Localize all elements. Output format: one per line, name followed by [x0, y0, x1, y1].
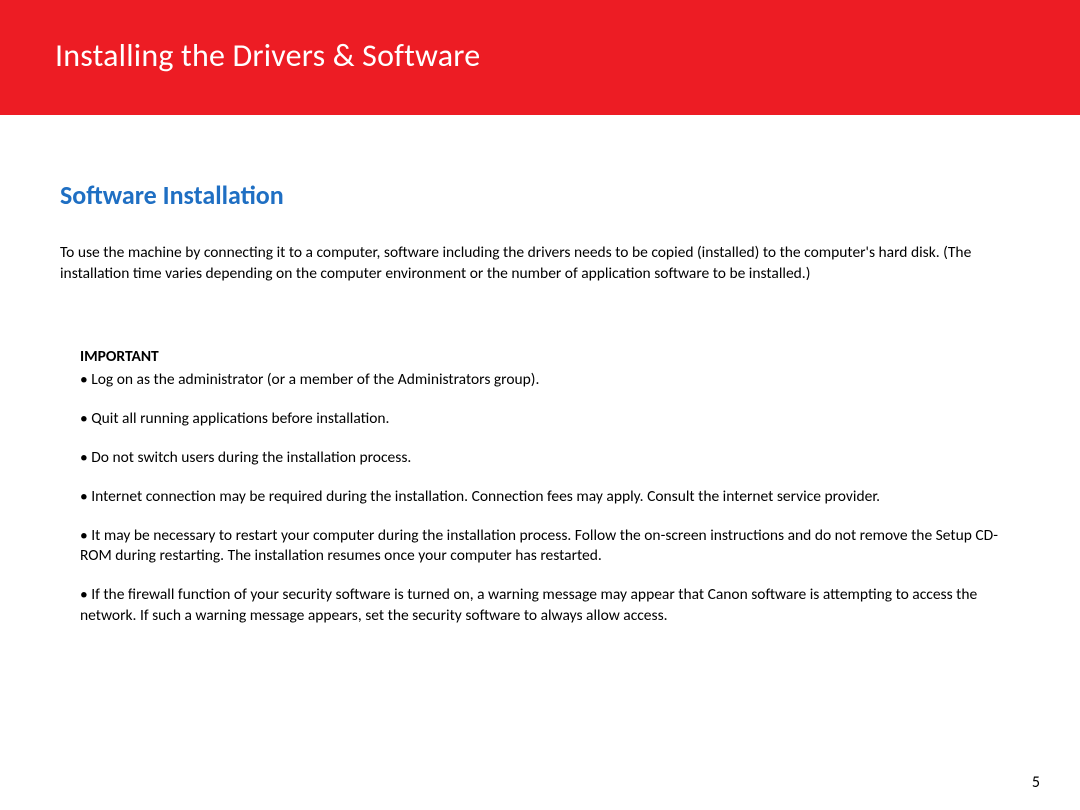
bullet-item: • Do not switch users during the install… — [60, 448, 1020, 469]
header-bar: Installing the Drivers & Software — [0, 0, 1080, 115]
bullet-item: • Log on as the administrator (or a memb… — [60, 370, 1020, 391]
page-number: 5 — [1032, 773, 1040, 792]
intro-paragraph: To use the machine by connecting it to a… — [60, 243, 1020, 285]
important-block: IMPORTANT • Log on as the administrator … — [60, 347, 1020, 627]
bullet-item: • Quit all running applications before i… — [60, 409, 1020, 430]
important-label: IMPORTANT — [80, 347, 1020, 366]
content-area: Software Installation To use the machine… — [0, 115, 1080, 627]
bullet-item: • Internet connection may be required du… — [60, 487, 1020, 508]
bullet-item: • If the firewall function of your secur… — [60, 585, 1020, 627]
bullet-item: • It may be necessary to restart your co… — [60, 526, 1020, 568]
page-title: Installing the Drivers & Software — [55, 36, 1080, 75]
section-heading: Software Installation — [60, 179, 1020, 211]
